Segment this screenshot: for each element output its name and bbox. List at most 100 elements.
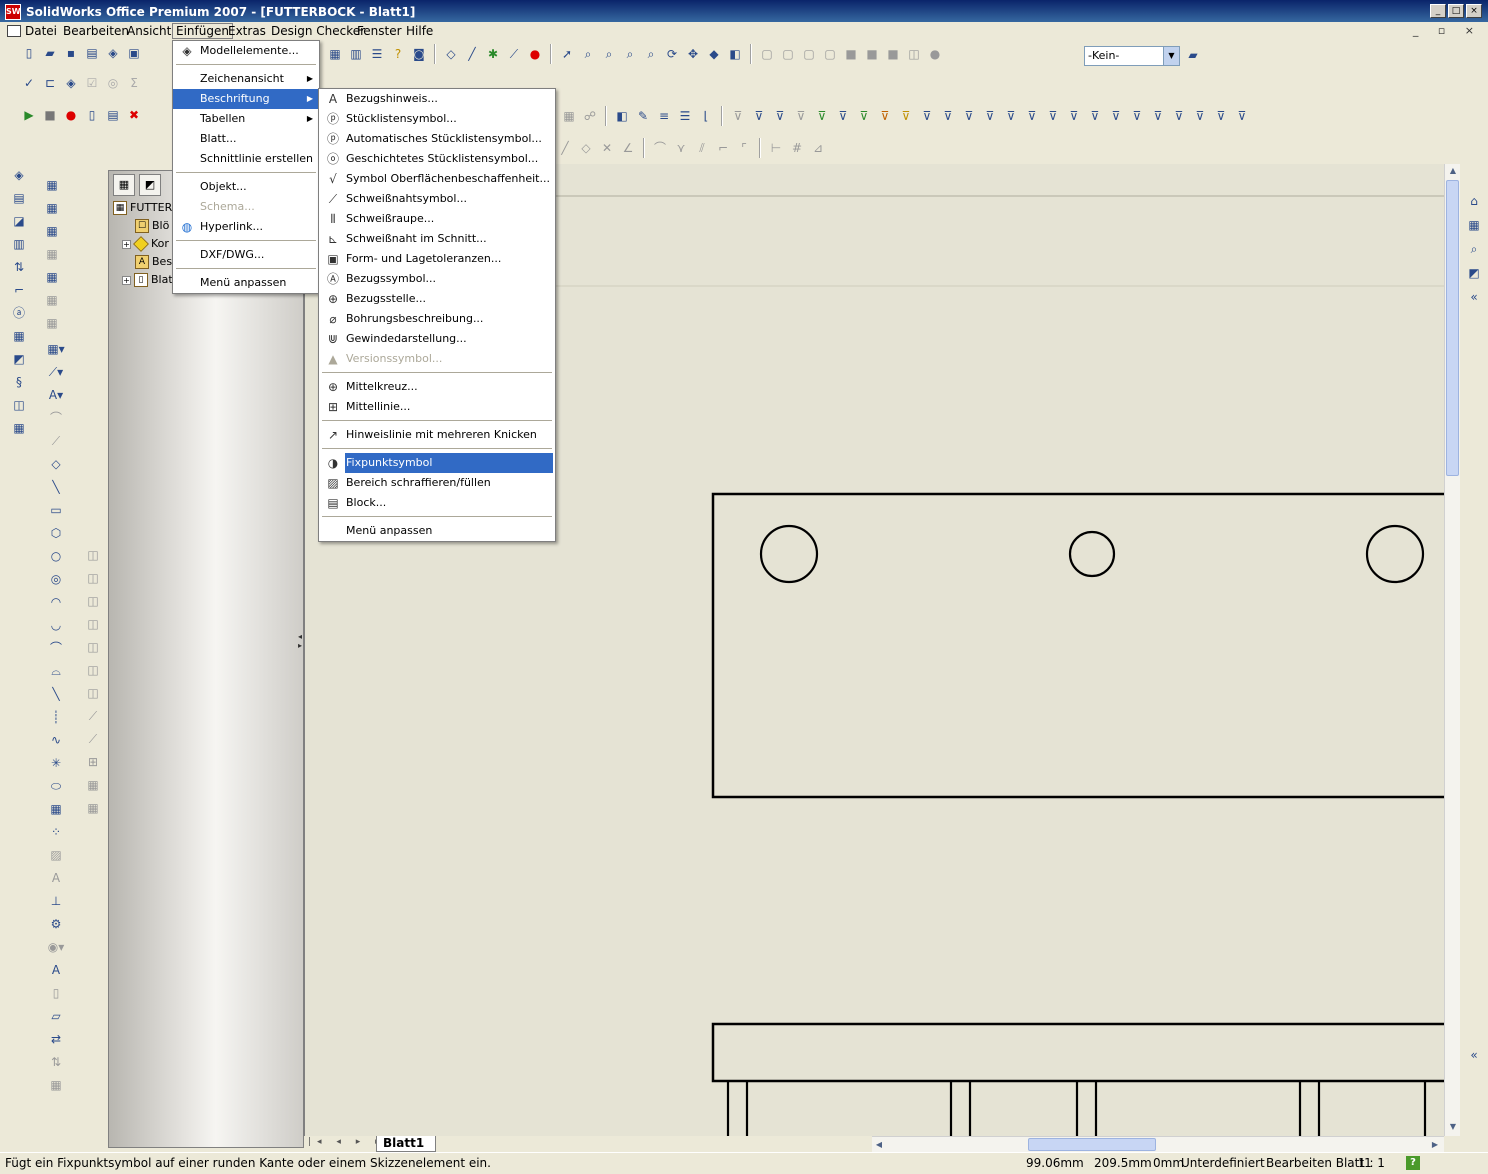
trim-entities-icon[interactable]: ⊥ — [47, 892, 65, 910]
menu-item-mittellinie[interactable]: ⊞ Mittellinie... — [319, 397, 555, 417]
expand-icon[interactable]: + — [122, 239, 131, 249]
rectangle-icon[interactable]: ▭ — [47, 501, 65, 519]
menu-item-bohrungsbeschreibung[interactable]: ⌀ Bohrungsbeschreibung... — [319, 309, 555, 329]
front-view-icon[interactable]: ◫ — [84, 569, 102, 587]
break-out-icon[interactable]: ◩ — [10, 350, 28, 368]
trim-icon[interactable]: ✕ — [598, 139, 616, 157]
print-icon[interactable]: ▤ — [83, 44, 101, 62]
menu-item-objekt[interactable]: Objekt... — [173, 177, 319, 197]
chevron-down-icon[interactable]: ▼ — [1163, 47, 1179, 65]
section-properties-icon[interactable]: ◎ — [104, 74, 122, 92]
menu-item-schweissraupe[interactable]: ⦀ Schweißraupe... — [319, 209, 555, 229]
layout-icon[interactable]: ▥ — [347, 45, 365, 63]
menu-item-schweissnaht-im-schnitt[interactable]: ⊾ Schweißnaht im Schnitt... — [319, 229, 555, 249]
record-macro-icon[interactable]: ● — [62, 106, 80, 124]
draft-quality-icon[interactable]: ▢ — [821, 45, 839, 63]
menu-item-mittelkreuz[interactable]: ⊕ Mittelkreuz... — [319, 377, 555, 397]
rotate-icon[interactable]: ⟳ — [663, 45, 681, 63]
menu-item-hyperlink[interactable]: ◍ Hyperlink... — [173, 217, 319, 237]
menu-item-bezugssymbol[interactable]: Ⓐ Bezugssymbol... — [319, 269, 555, 289]
tab-feature-manager[interactable]: ▦ — [113, 174, 135, 196]
pan-icon[interactable]: ✥ — [684, 45, 702, 63]
sketch-text-icon[interactable]: A — [47, 869, 65, 887]
centerpoint-arc-icon[interactable]: ◠ — [47, 593, 65, 611]
home-icon[interactable]: ⌂ — [1465, 192, 1483, 210]
horizontal-scroll-thumb[interactable] — [1028, 1138, 1156, 1151]
menu-item-modellelemente[interactable]: ◈ Modellelemente... — [173, 41, 319, 61]
menu-item-blatt[interactable]: Blatt... — [173, 129, 319, 149]
filter-surface-icon[interactable]: ⊽ — [939, 107, 957, 125]
filter-geometric-icon[interactable]: ⊽ — [960, 107, 978, 125]
menu-item-geschichtetes-stuecklistensymbol[interactable]: ⓞ Geschichtetes Stücklistensymbol... — [319, 149, 555, 169]
tree-node-drawing[interactable]: ▦ FUTTER — [113, 199, 173, 217]
filter-weld-bead-icon[interactable]: ⊽ — [1233, 107, 1251, 125]
bend-table-icon[interactable]: ▦ — [43, 314, 61, 332]
scroll-left-icon[interactable]: ◀ — [872, 1138, 886, 1152]
selection-filter-icon[interactable]: ▦▾ — [47, 340, 65, 358]
dim-ordinate-icon[interactable]: ▦ — [84, 776, 102, 794]
new-icon[interactable]: ▯ — [20, 44, 38, 62]
menu-item-menue-anpassen[interactable]: Menü anpassen — [319, 521, 555, 541]
measure-icon[interactable]: ⊏ — [41, 74, 59, 92]
zoom-area-icon[interactable]: ⌕ — [600, 45, 618, 63]
stop-macro-icon[interactable]: ■ — [41, 106, 59, 124]
revision-table-icon[interactable]: ▦ — [43, 245, 61, 263]
collapse-icon[interactable]: « — [1465, 288, 1483, 306]
cancel-macro-icon[interactable]: ✖ — [125, 106, 143, 124]
aligned-section-icon[interactable]: ⇅ — [10, 258, 28, 276]
tag-icon[interactable]: ◇ — [47, 455, 65, 473]
auxiliary-view-icon[interactable]: ◪ — [10, 212, 28, 230]
predefined-view-icon[interactable]: ▦ — [10, 419, 28, 437]
tree-node-sheet[interactable]: + ▯ Blat — [113, 271, 173, 289]
filter-vertices-icon[interactable]: ⊽ — [750, 107, 768, 125]
detail-view-icon[interactable]: ⌐ — [10, 281, 28, 299]
line-icon[interactable]: ╱ — [463, 45, 481, 63]
scroll-up-icon[interactable]: ▲ — [1446, 164, 1460, 178]
record-icon[interactable]: ● — [526, 45, 544, 63]
smart-dim-dropdown-icon[interactable]: ⟋▾ — [47, 363, 65, 381]
tree-node-sheet-format[interactable]: + Kor — [113, 235, 173, 253]
dim-angle-icon[interactable]: ▦ — [84, 799, 102, 817]
document-icon[interactable] — [7, 25, 21, 37]
dim-baseline-icon[interactable]: ⊞ — [84, 753, 102, 771]
filter-dims-icon[interactable]: ⊽ — [918, 107, 936, 125]
menu-item-schweissnahtsymbol[interactable]: ⟋ Schweißnahtsymbol... — [319, 189, 555, 209]
vertical-scroll-thumb[interactable] — [1446, 180, 1459, 476]
mdi-window-controls[interactable]: _ ▫ × — [1413, 24, 1482, 37]
hole-table-icon[interactable]: ▦ — [43, 199, 61, 217]
filter-hole-icon[interactable]: ⊽ — [1044, 107, 1062, 125]
rotate-entities-icon[interactable]: ⇄ — [47, 1030, 65, 1048]
menu-item-bezugshinweis[interactable]: A Bezugshinweis... — [319, 89, 555, 109]
menu-item-gewindedarstellung[interactable]: ⋓ Gewindedarstellung... — [319, 329, 555, 349]
smart-dimension-icon[interactable]: ⟋ — [505, 45, 523, 63]
section-view-icon[interactable]: ▥ — [10, 235, 28, 253]
projected-view-icon[interactable]: ▤ — [10, 189, 28, 207]
bottom-view-icon[interactable]: ◫ — [84, 684, 102, 702]
dimension-icon[interactable]: ⊢ — [767, 139, 785, 157]
corner-icon[interactable]: ⌐ — [714, 139, 732, 157]
empty-view-icon[interactable]: ◫ — [10, 396, 28, 414]
close-button[interactable]: × — [1466, 4, 1482, 18]
open-icon[interactable]: ▰ — [41, 44, 59, 62]
copy-icon[interactable]: ▱ — [47, 1007, 65, 1025]
construction-line-icon[interactable]: ┊ — [47, 708, 65, 726]
weldment-table-icon[interactable]: ▦ — [43, 291, 61, 309]
shaded-icon[interactable]: ■ — [863, 45, 881, 63]
convert-entities-icon[interactable]: ⚙ — [47, 915, 65, 933]
menu-item-hinweislinie-mit-mehreren-knicken[interactable]: ↗ Hinweislinie mit mehreren Knicken — [319, 425, 555, 445]
angle-dim-icon[interactable]: ⊿ — [809, 139, 827, 157]
sheet-tab-blatt1[interactable]: Blatt1 — [376, 1136, 436, 1152]
pattern-icon[interactable]: ▦ — [47, 800, 65, 818]
scale-icon[interactable]: ⇅ — [47, 1053, 65, 1071]
menu-item-tabellen[interactable]: Tabellen ▶ — [173, 109, 319, 129]
scroll-right-icon[interactable]: ▶ — [1428, 1138, 1442, 1152]
menu-bearbeiten[interactable]: Bearbeiten — [60, 24, 132, 38]
crop-view-icon[interactable]: ⓐ — [10, 304, 28, 322]
bom-icon[interactable]: ▦ — [43, 222, 61, 240]
print-preview-icon[interactable]: ▣ — [125, 44, 143, 62]
options-icon[interactable]: ◈ — [104, 44, 122, 62]
filter-points-icon[interactable]: ⊽ — [876, 107, 894, 125]
horizontal-scrollbar[interactable]: ◀ ▶ — [872, 1136, 1444, 1152]
tree-node-blocks[interactable]: ☐ Blö — [113, 217, 173, 235]
filter-datum-icon[interactable]: ⊽ — [981, 107, 999, 125]
